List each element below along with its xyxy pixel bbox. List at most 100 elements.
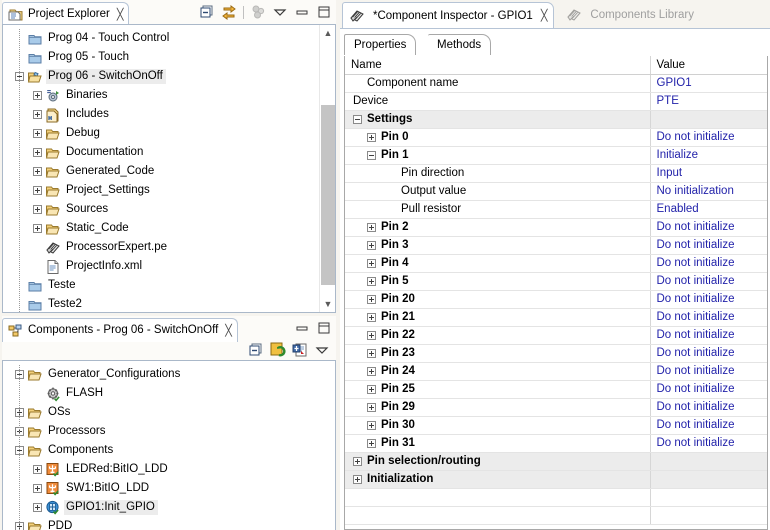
category-row[interactable]: Initialization <box>345 470 767 489</box>
expand-icon[interactable] <box>353 456 362 466</box>
import-component-icon[interactable] <box>292 342 308 358</box>
property-value-cell[interactable]: Do not initialize <box>650 326 767 345</box>
minimize-icon[interactable] <box>294 4 310 20</box>
tree-item[interactable]: Prog 06 - SwitchOnOff <box>3 67 335 86</box>
tree-item[interactable]: Sources <box>3 200 335 219</box>
scroll-down-icon[interactable]: ▼ <box>320 296 335 312</box>
expand-icon[interactable] <box>367 420 376 430</box>
tree-item[interactable]: LEDRed:BitIO_LDD <box>3 460 335 479</box>
project-explorer-scrollbar[interactable]: ▲ ▼ <box>319 25 335 312</box>
property-row[interactable]: Output value No initialization <box>345 182 767 201</box>
view-menu-icon[interactable] <box>272 4 288 20</box>
expand-icon[interactable] <box>367 366 376 376</box>
tab-project-explorer[interactable]: Project Explorer ╳ <box>2 2 130 26</box>
tree-item[interactable]: Includes <box>3 105 335 124</box>
expand-icon[interactable] <box>367 240 376 250</box>
property-row[interactable]: Component name GPIO1 <box>345 74 767 93</box>
expand-icon[interactable] <box>367 402 376 412</box>
expand-icon[interactable] <box>367 348 376 358</box>
collapse-icon[interactable] <box>353 114 362 124</box>
close-icon[interactable]: ╳ <box>117 8 124 21</box>
pin-row[interactable]: Pin 24 Do not initialize <box>345 362 767 381</box>
tree-item[interactable]: FLASH <box>3 384 335 403</box>
collapse-icon[interactable] <box>367 150 376 160</box>
property-value-cell[interactable]: Do not initialize <box>650 218 767 237</box>
tree-item[interactable]: Components <box>3 441 335 460</box>
property-value-cell[interactable]: Do not initialize <box>650 344 767 363</box>
pin-row[interactable]: Pin 1 Initialize <box>345 146 767 165</box>
generate-code-icon[interactable] <box>270 342 286 358</box>
tab-methods[interactable]: Methods <box>428 34 492 55</box>
property-value-cell[interactable]: GPIO1 <box>650 74 767 93</box>
property-value-cell[interactable]: Do not initialize <box>650 308 767 327</box>
tree-item[interactable]: Generator_Configurations <box>3 365 335 384</box>
close-icon[interactable]: ╳ <box>541 9 548 22</box>
pin-row[interactable]: Pin 22 Do not initialize <box>345 326 767 345</box>
tab-components[interactable]: Components - Prog 06 - SwitchOnOff ╳ <box>2 318 238 342</box>
expand-icon[interactable] <box>33 110 42 119</box>
property-value-cell[interactable]: Do not initialize <box>650 128 767 147</box>
tree-item[interactable]: PDD <box>3 517 335 530</box>
category-row[interactable]: Pin selection/routing <box>345 452 767 471</box>
property-row[interactable]: Pull resistor Enabled <box>345 200 767 219</box>
pin-row[interactable]: Pin 23 Do not initialize <box>345 344 767 363</box>
tree-item[interactable]: OSs <box>3 403 335 422</box>
property-row[interactable]: Pin direction Input <box>345 164 767 183</box>
tree-item[interactable]: Teste2 <box>3 295 335 312</box>
tree-item[interactable]: Prog 04 - Touch Control <box>3 29 335 48</box>
expand-icon[interactable] <box>367 294 376 304</box>
property-value-cell[interactable] <box>650 506 767 525</box>
expand-icon[interactable] <box>33 148 42 157</box>
tree-item[interactable]: GPIO1:Init_GPIO <box>3 498 335 517</box>
expand-icon[interactable] <box>33 503 42 512</box>
property-value-cell[interactable]: Do not initialize <box>650 416 767 435</box>
property-value-cell[interactable]: Do not initialize <box>650 362 767 381</box>
expand-icon[interactable] <box>367 330 376 340</box>
property-value-cell[interactable] <box>650 470 767 489</box>
pin-row[interactable]: Pin 31 Do not initialize <box>345 434 767 453</box>
expand-icon[interactable] <box>367 222 376 232</box>
property-value-cell[interactable] <box>650 452 767 471</box>
collapse-all-icon[interactable] <box>248 342 264 358</box>
property-value-cell[interactable]: Do not initialize <box>650 272 767 291</box>
scrollbar-thumb[interactable] <box>321 105 335 285</box>
expand-icon[interactable] <box>367 438 376 448</box>
pin-row[interactable]: Pin 2 Do not initialize <box>345 218 767 237</box>
scroll-up-icon[interactable]: ▲ <box>320 25 335 41</box>
expand-icon[interactable] <box>33 224 42 233</box>
pin-row[interactable]: Pin 3 Do not initialize <box>345 236 767 255</box>
expand-icon[interactable] <box>33 484 42 493</box>
pin-row[interactable]: Pin 21 Do not initialize <box>345 308 767 327</box>
tree-item[interactable]: Binaries <box>3 86 335 105</box>
maximize-icon[interactable] <box>316 320 332 336</box>
link-with-editor-icon[interactable] <box>221 4 237 20</box>
expand-icon[interactable] <box>33 465 42 474</box>
tree-item[interactable]: Documentation <box>3 143 335 162</box>
tree-item[interactable]: Project_Settings <box>3 181 335 200</box>
expand-icon[interactable] <box>367 312 376 322</box>
property-value-cell[interactable]: Do not initialize <box>650 236 767 255</box>
tree-item[interactable]: Debug <box>3 124 335 143</box>
expand-icon[interactable] <box>33 129 42 138</box>
editor-tab-active[interactable]: *Component Inspector - GPIO1 ╳ <box>342 2 555 28</box>
expand-icon[interactable] <box>367 258 376 268</box>
filter-icon[interactable] <box>250 4 266 20</box>
expand-icon[interactable] <box>33 186 42 195</box>
tree-item[interactable]: ProjectInfo.xml <box>3 257 335 276</box>
category-row[interactable]: Settings <box>345 110 767 129</box>
collapse-all-icon[interactable] <box>199 4 215 20</box>
expand-icon[interactable] <box>33 205 42 214</box>
pin-row[interactable]: Pin 25 Do not initialize <box>345 380 767 399</box>
maximize-icon[interactable] <box>316 4 332 20</box>
expand-icon[interactable] <box>367 132 376 142</box>
tree-item[interactable]: Prog 05 - Touch <box>3 48 335 67</box>
property-value-cell[interactable]: Do not initialize <box>650 398 767 417</box>
view-menu-icon[interactable] <box>314 342 330 358</box>
property-value-cell[interactable]: PTE <box>650 92 767 111</box>
tree-item[interactable]: Teste <box>3 276 335 295</box>
property-value-cell[interactable]: Do not initialize <box>650 380 767 399</box>
property-value-cell[interactable]: No initialization <box>650 182 767 201</box>
pin-row[interactable]: Pin 20 Do not initialize <box>345 290 767 309</box>
tree-item[interactable]: Static_Code <box>3 219 335 238</box>
close-icon[interactable]: ╳ <box>225 324 232 337</box>
